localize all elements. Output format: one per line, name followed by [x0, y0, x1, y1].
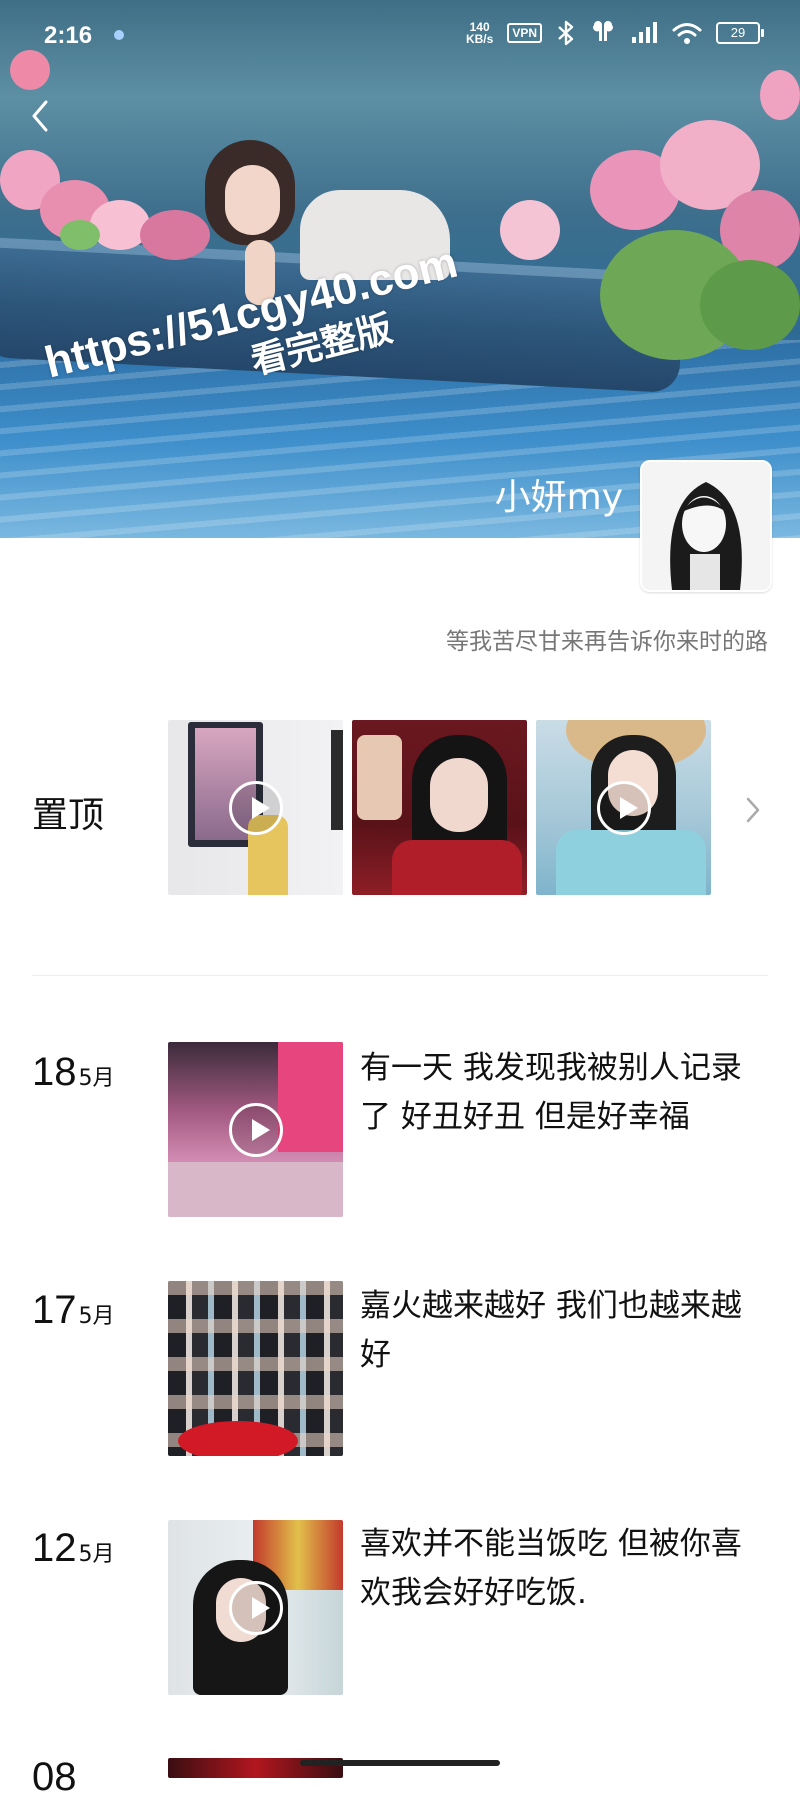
- thumb-flowers: [178, 1421, 298, 1456]
- back-button[interactable]: [28, 98, 52, 134]
- status-bar: 2:16 140 KB/s VPN 29: [0, 0, 800, 70]
- notification-dot-icon: [114, 30, 124, 40]
- wifi-icon: [672, 23, 702, 44]
- play-icon: [596, 780, 651, 835]
- post-date: 175月: [32, 1288, 115, 1333]
- play-icon: [228, 780, 283, 835]
- flower-decoration: [760, 70, 800, 120]
- network-speed-unit: KB/s: [465, 32, 494, 46]
- girl-face: [225, 165, 280, 235]
- pinned-label: 置顶: [32, 795, 105, 836]
- cellular-signal-icon: [632, 22, 657, 43]
- thumb-shelf: [331, 730, 343, 830]
- thumb-dress: [392, 840, 522, 895]
- pinned-more-button[interactable]: [744, 796, 768, 826]
- thumb-floor: [168, 1162, 343, 1217]
- battery-indicator: 29: [716, 22, 764, 44]
- foliage-decoration: [60, 220, 100, 250]
- thumb-face: [430, 758, 488, 832]
- play-icon: [228, 1580, 283, 1635]
- bluetooth-icon: [558, 20, 574, 46]
- avatar-illustration: [642, 462, 770, 590]
- post-thumb[interactable]: [168, 1042, 343, 1217]
- post-date: 125月: [32, 1526, 115, 1571]
- status-time: 2:16: [44, 22, 93, 49]
- chevron-right-icon: [746, 797, 760, 823]
- pinned-thumb[interactable]: [352, 720, 527, 895]
- play-icon: [228, 1102, 283, 1157]
- profile-signature: 等我苦尽甘来再告诉你来时的路: [446, 629, 768, 655]
- foliage-decoration: [700, 260, 800, 350]
- chevron-left-icon: [32, 100, 48, 132]
- thumb-shirt: [556, 830, 706, 895]
- section-divider: [32, 975, 768, 976]
- post-text[interactable]: 有一天 我发现我被别人记录了 好丑好丑 但是好幸福: [360, 1044, 770, 1142]
- thumb-phone: [357, 735, 402, 820]
- post-date: 185月: [32, 1050, 115, 1095]
- post-day: 08: [32, 1755, 77, 1799]
- earbuds-icon: [593, 21, 613, 41]
- post-text[interactable]: 嘉火越来越好 我们也越来越好: [360, 1282, 770, 1380]
- pinned-thumb[interactable]: [168, 720, 343, 895]
- post-text[interactable]: 喜欢并不能当饭吃 但被你喜欢我会好好吃饭.: [360, 1520, 770, 1618]
- post-thumb[interactable]: [168, 1520, 343, 1695]
- network-speed: 140 KB/s: [466, 21, 493, 45]
- flower-decoration: [140, 210, 210, 260]
- cover-image: https://51cgy40.com 看完整版 小妍my: [0, 0, 800, 538]
- thumb-backdrop: [278, 1042, 343, 1152]
- post-month: 5月: [78, 1304, 115, 1329]
- post-month: 5月: [78, 1542, 115, 1567]
- pinned-thumb[interactable]: [536, 720, 711, 895]
- profile-avatar[interactable]: [640, 460, 772, 592]
- post-day: 12: [32, 1526, 77, 1570]
- username: 小妍my: [494, 477, 623, 518]
- post-day: 17: [32, 1288, 77, 1332]
- post-day: 18: [32, 1050, 77, 1094]
- vpn-badge: VPN: [507, 23, 542, 43]
- post-thumb[interactable]: [168, 1281, 343, 1456]
- post-month: 5月: [78, 1066, 115, 1091]
- home-indicator[interactable]: [300, 1760, 500, 1766]
